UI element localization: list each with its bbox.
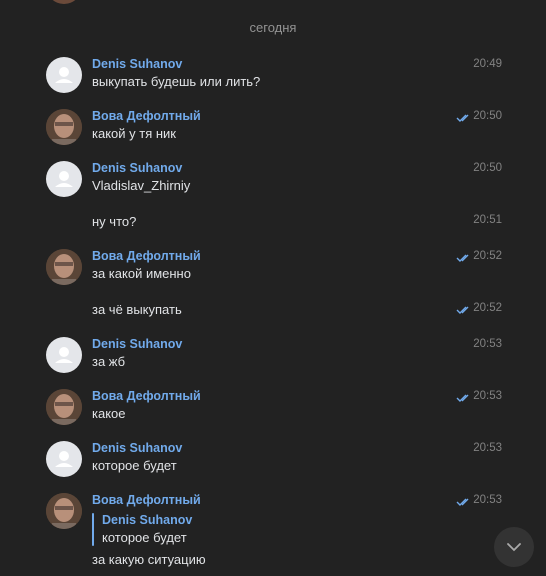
double-check-icon xyxy=(456,254,469,262)
avatar-photo[interactable] xyxy=(46,493,82,529)
avatar-default[interactable] xyxy=(46,337,82,373)
message-text: Vladislav_Zhirniy xyxy=(92,178,191,193)
message-text: за какой именно xyxy=(92,266,191,281)
sender-name[interactable]: Denis Suhanov xyxy=(92,441,182,455)
sender-name[interactable]: Denis Suhanov xyxy=(92,337,182,351)
double-check-icon xyxy=(456,394,469,402)
message-text: какое xyxy=(92,406,126,421)
message-text: за жб xyxy=(92,354,126,369)
message-time: 20:53 xyxy=(473,442,502,454)
message-time: 20:53 xyxy=(473,338,502,350)
message-time: 20:50 xyxy=(473,162,502,174)
avatar-photo[interactable] xyxy=(46,249,82,285)
sender-name[interactable]: Вова Дефолтный xyxy=(92,493,201,507)
date-separator: сегодня xyxy=(249,20,297,35)
user-silhouette-icon xyxy=(55,67,73,83)
reply-bar xyxy=(92,513,94,546)
reply-sender-name[interactable]: Denis Suhanov xyxy=(102,513,192,527)
message-text: какой у тя ник xyxy=(92,126,176,141)
sender-name[interactable]: Вова Дефолтный xyxy=(92,109,201,123)
message-time: 20:53 xyxy=(473,390,502,402)
message-time: 20:49 xyxy=(473,58,502,70)
message-text: которое будет xyxy=(92,458,177,473)
message-time: 20:52 xyxy=(473,302,502,314)
double-check-icon xyxy=(456,306,469,314)
message-text: за какую ситуацию xyxy=(92,552,206,567)
user-silhouette-icon xyxy=(55,347,73,363)
avatar[interactable] xyxy=(46,0,82,4)
user-silhouette-icon xyxy=(55,171,73,187)
avatar-photo-image xyxy=(46,249,82,285)
message-text: выкупать будешь или лить? xyxy=(92,74,261,89)
scroll-down-button[interactable] xyxy=(494,527,534,567)
avatar-photo-image xyxy=(46,109,82,145)
chevron-down-icon xyxy=(507,542,521,551)
double-check-icon xyxy=(456,498,469,506)
message-time: 20:51 xyxy=(473,214,502,226)
message-text: ну что? xyxy=(92,214,137,229)
avatar-default[interactable] xyxy=(46,441,82,477)
reply-text[interactable]: которое будет xyxy=(102,530,187,545)
sender-name[interactable]: Вова Дефолтный xyxy=(92,389,201,403)
sender-name[interactable]: Denis Suhanov xyxy=(92,161,182,175)
avatar-photo[interactable] xyxy=(46,389,82,425)
avatar-photo-image xyxy=(46,493,82,529)
avatar-photo[interactable] xyxy=(46,109,82,145)
avatar-default[interactable] xyxy=(46,57,82,93)
message-time: 20:52 xyxy=(473,250,502,262)
sender-name[interactable]: Вова Дефолтный xyxy=(92,249,201,263)
user-silhouette-icon xyxy=(55,451,73,467)
message-time: 20:50 xyxy=(473,110,502,122)
double-check-icon xyxy=(456,114,469,122)
avatar-default[interactable] xyxy=(46,161,82,197)
avatar-photo-image xyxy=(46,389,82,425)
sender-name[interactable]: Denis Suhanov xyxy=(92,57,182,71)
message-text: за чё выкупать xyxy=(92,302,182,317)
message-time: 20:53 xyxy=(473,494,502,506)
